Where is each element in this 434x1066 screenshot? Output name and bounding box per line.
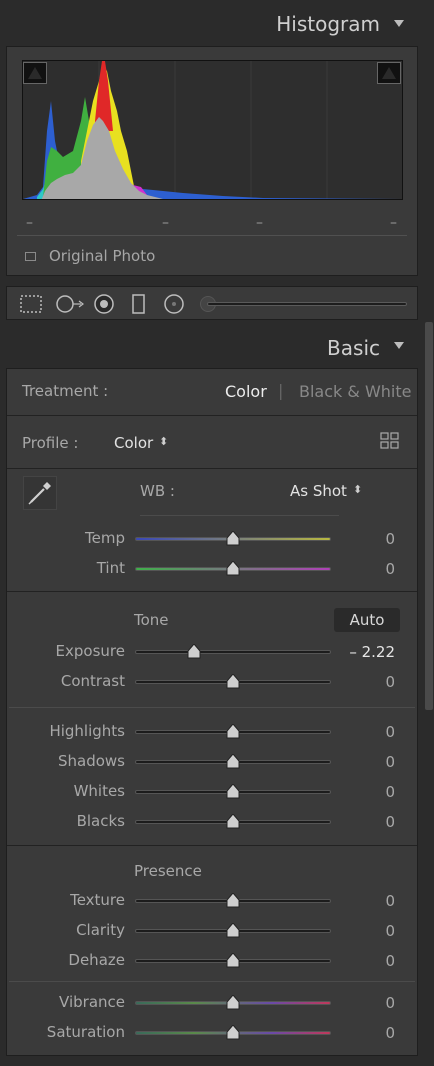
develop-right-panel: Histogram – – – – Original Photo Basic T…: [0, 0, 434, 1066]
profile-select[interactable]: Color: [114, 434, 153, 452]
clarity-label: Clarity: [76, 921, 125, 939]
shadows-value[interactable]: 0: [385, 753, 395, 771]
wb-label: WB :: [140, 482, 175, 500]
highlight-clipping-toggle[interactable]: [377, 62, 401, 84]
treatment-bw-option[interactable]: Black & White: [299, 382, 411, 401]
exposure-slider[interactable]: [135, 650, 331, 654]
dehaze-value[interactable]: 0: [385, 952, 395, 970]
saturation-value[interactable]: 0: [385, 1024, 395, 1042]
exposure-value[interactable]: – 2.22: [349, 643, 395, 661]
highlights-label: Highlights: [49, 722, 125, 740]
basic-header[interactable]: Basic: [0, 322, 420, 370]
blacks-label: Blacks: [76, 812, 125, 830]
divider: [7, 845, 417, 846]
histogram-readout-aperture: –: [256, 215, 263, 231]
histogram-readout-iso: –: [26, 215, 33, 231]
histogram-panel: – – – – Original Photo: [6, 46, 418, 276]
contrast-value[interactable]: 0: [385, 673, 395, 691]
highlights-value[interactable]: 0: [385, 723, 395, 741]
original-photo-label: Original Photo: [49, 247, 156, 265]
clarity-value[interactable]: 0: [385, 922, 395, 940]
whites-value[interactable]: 0: [385, 783, 395, 801]
collapse-triangle-icon[interactable]: [394, 342, 404, 349]
divider: [7, 415, 417, 416]
tint-label: Tint: [96, 559, 125, 577]
saturation-slider-knob[interactable]: [226, 1025, 240, 1040]
basic-title: Basic: [327, 336, 380, 360]
vibrance-slider-knob[interactable]: [226, 995, 240, 1010]
profile-select-arrows-icon[interactable]: ⬍: [159, 435, 168, 448]
treatment-color-option[interactable]: Color: [225, 382, 267, 401]
vibrance-value[interactable]: 0: [385, 994, 395, 1012]
spot-removal-icon[interactable]: [55, 294, 85, 314]
exposure-label: Exposure: [55, 642, 125, 660]
divider: [9, 707, 415, 708]
blacks-slider-knob[interactable]: [226, 814, 240, 829]
histogram-readout-shutter: –: [390, 215, 397, 231]
texture-slider-knob[interactable]: [226, 893, 240, 908]
histogram-title: Histogram: [276, 12, 380, 36]
tool-strip: [6, 286, 418, 320]
clarity-slider-knob[interactable]: [226, 923, 240, 938]
dehaze-label: Dehaze: [68, 951, 125, 969]
panel-scrollbar[interactable]: [424, 0, 434, 1066]
tint-slider-knob[interactable]: [226, 561, 240, 576]
temp-slider-knob[interactable]: [226, 531, 240, 546]
shadows-slider-knob[interactable]: [226, 754, 240, 769]
auto-tone-button[interactable]: Auto: [334, 608, 400, 632]
original-photo-checkbox[interactable]: [25, 252, 36, 261]
whites-slider-knob[interactable]: [226, 784, 240, 799]
tint-value[interactable]: 0: [385, 560, 395, 578]
histogram-graph: [22, 60, 403, 200]
vibrance-label: Vibrance: [59, 993, 125, 1011]
saturation-label: Saturation: [46, 1023, 125, 1041]
highlights-slider-knob[interactable]: [226, 724, 240, 739]
contrast-slider-knob[interactable]: [226, 674, 240, 689]
collapse-triangle-icon[interactable]: [394, 20, 404, 27]
divider: [7, 591, 417, 592]
dehaze-slider-knob[interactable]: [226, 953, 240, 968]
histogram-header[interactable]: Histogram: [0, 0, 420, 48]
temp-value[interactable]: 0: [385, 530, 395, 548]
graduated-filter-icon[interactable]: [131, 294, 147, 314]
temp-label: Temp: [85, 529, 125, 547]
wb-select-arrows-icon[interactable]: ⬍: [353, 483, 362, 496]
treatment-label: Treatment :: [22, 382, 109, 400]
profile-label: Profile :: [22, 434, 79, 452]
treatment-separator: |: [278, 381, 284, 400]
brush-size-slider[interactable]: [207, 302, 407, 306]
basic-panel: Treatment : Color | Black & White Profil…: [6, 368, 418, 1056]
presence-section-label: Presence: [134, 862, 202, 880]
exposure-slider-knob[interactable]: [187, 644, 201, 659]
shadows-label: Shadows: [57, 752, 125, 770]
histogram-chart: [23, 61, 402, 199]
shadow-clipping-toggle[interactable]: [23, 62, 47, 84]
wb-select[interactable]: As Shot: [290, 482, 347, 500]
crop-icon[interactable]: [19, 294, 43, 314]
radial-filter-icon[interactable]: [163, 294, 185, 316]
histogram-divider: [17, 235, 407, 236]
wb-underline: [140, 515, 339, 516]
blacks-value[interactable]: 0: [385, 813, 395, 831]
panel-scrollbar-thumb[interactable]: [425, 322, 433, 710]
tone-section-label: Tone: [134, 611, 169, 629]
texture-value[interactable]: 0: [385, 892, 395, 910]
texture-label: Texture: [70, 891, 125, 909]
divider: [9, 981, 415, 982]
histogram-readout-focal: –: [162, 215, 169, 231]
profile-browser-grid-icon[interactable]: [380, 432, 400, 450]
white-balance-eyedropper-icon[interactable]: [23, 476, 57, 510]
contrast-label: Contrast: [60, 672, 125, 690]
whites-label: Whites: [73, 782, 125, 800]
red-eye-icon[interactable]: [93, 294, 115, 316]
divider: [7, 468, 417, 469]
